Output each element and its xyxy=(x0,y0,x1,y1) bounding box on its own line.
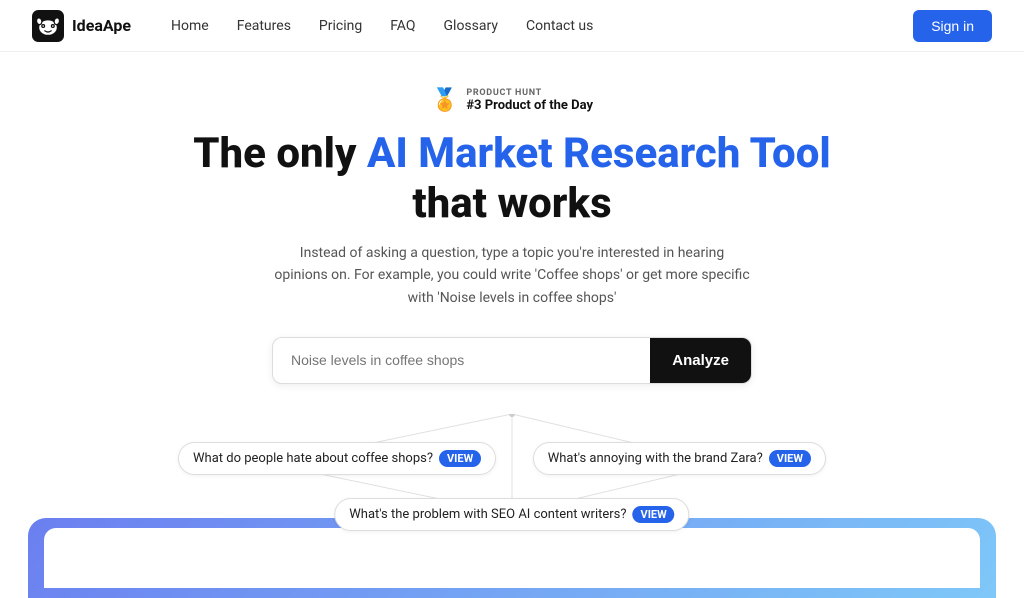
chip-seo-view[interactable]: VIEW xyxy=(633,506,675,523)
logo-text: IdeaApe xyxy=(72,16,131,35)
medal-icon: 🏅 xyxy=(431,88,458,113)
nav-links: Home Features Pricing FAQ Glossary Conta… xyxy=(171,18,913,34)
ph-label: PRODUCT HUNT xyxy=(466,88,593,98)
chip-zara-text: What's annoying with the brand Zara? xyxy=(548,451,763,466)
logo-icon xyxy=(32,10,64,42)
chip-zara-view[interactable]: VIEW xyxy=(769,450,811,467)
analyze-button[interactable]: Analyze xyxy=(650,338,751,383)
hero-heading-normal: The only xyxy=(193,129,367,178)
nav-features[interactable]: Features xyxy=(237,18,291,34)
search-bar: Analyze xyxy=(272,337,752,384)
nav-contact[interactable]: Contact us xyxy=(526,18,593,34)
nav-faq[interactable]: FAQ xyxy=(390,18,415,34)
ph-title: #3 Product of the Day xyxy=(466,98,593,113)
nav-pricing[interactable]: Pricing xyxy=(319,18,362,34)
chip-coffee[interactable]: What do people hate about coffee shops? … xyxy=(178,442,496,475)
signin-button[interactable]: Sign in xyxy=(913,10,992,42)
search-input[interactable] xyxy=(273,338,650,382)
product-hunt-badge: 🏅 PRODUCT HUNT #3 Product of the Day xyxy=(431,88,593,113)
chip-seo[interactable]: What's the problem with SEO AI content w… xyxy=(334,498,689,531)
hero-heading-end: that works xyxy=(412,179,611,228)
hero-section: 🏅 PRODUCT HUNT #3 Product of the Day The… xyxy=(0,52,1024,574)
hero-subtext: Instead of asking a question, type a top… xyxy=(272,242,752,309)
chip-coffee-view[interactable]: VIEW xyxy=(439,450,481,467)
navbar: IdeaApe Home Features Pricing FAQ Glossa… xyxy=(0,0,1024,52)
nav-glossary[interactable]: Glossary xyxy=(444,18,498,34)
chip-zara[interactable]: What's annoying with the brand Zara? VIE… xyxy=(533,442,826,475)
logo[interactable]: IdeaApe xyxy=(32,10,131,42)
hero-heading: The only AI Market Research Tool that wo… xyxy=(193,129,830,230)
chip-coffee-text: What do people hate about coffee shops? xyxy=(193,451,433,466)
chip-seo-text: What's the problem with SEO AI content w… xyxy=(349,507,626,522)
bottom-card-inner xyxy=(44,528,980,588)
hero-heading-highlight-text: AI Market Research Tool xyxy=(367,129,831,178)
nav-home[interactable]: Home xyxy=(171,18,209,34)
